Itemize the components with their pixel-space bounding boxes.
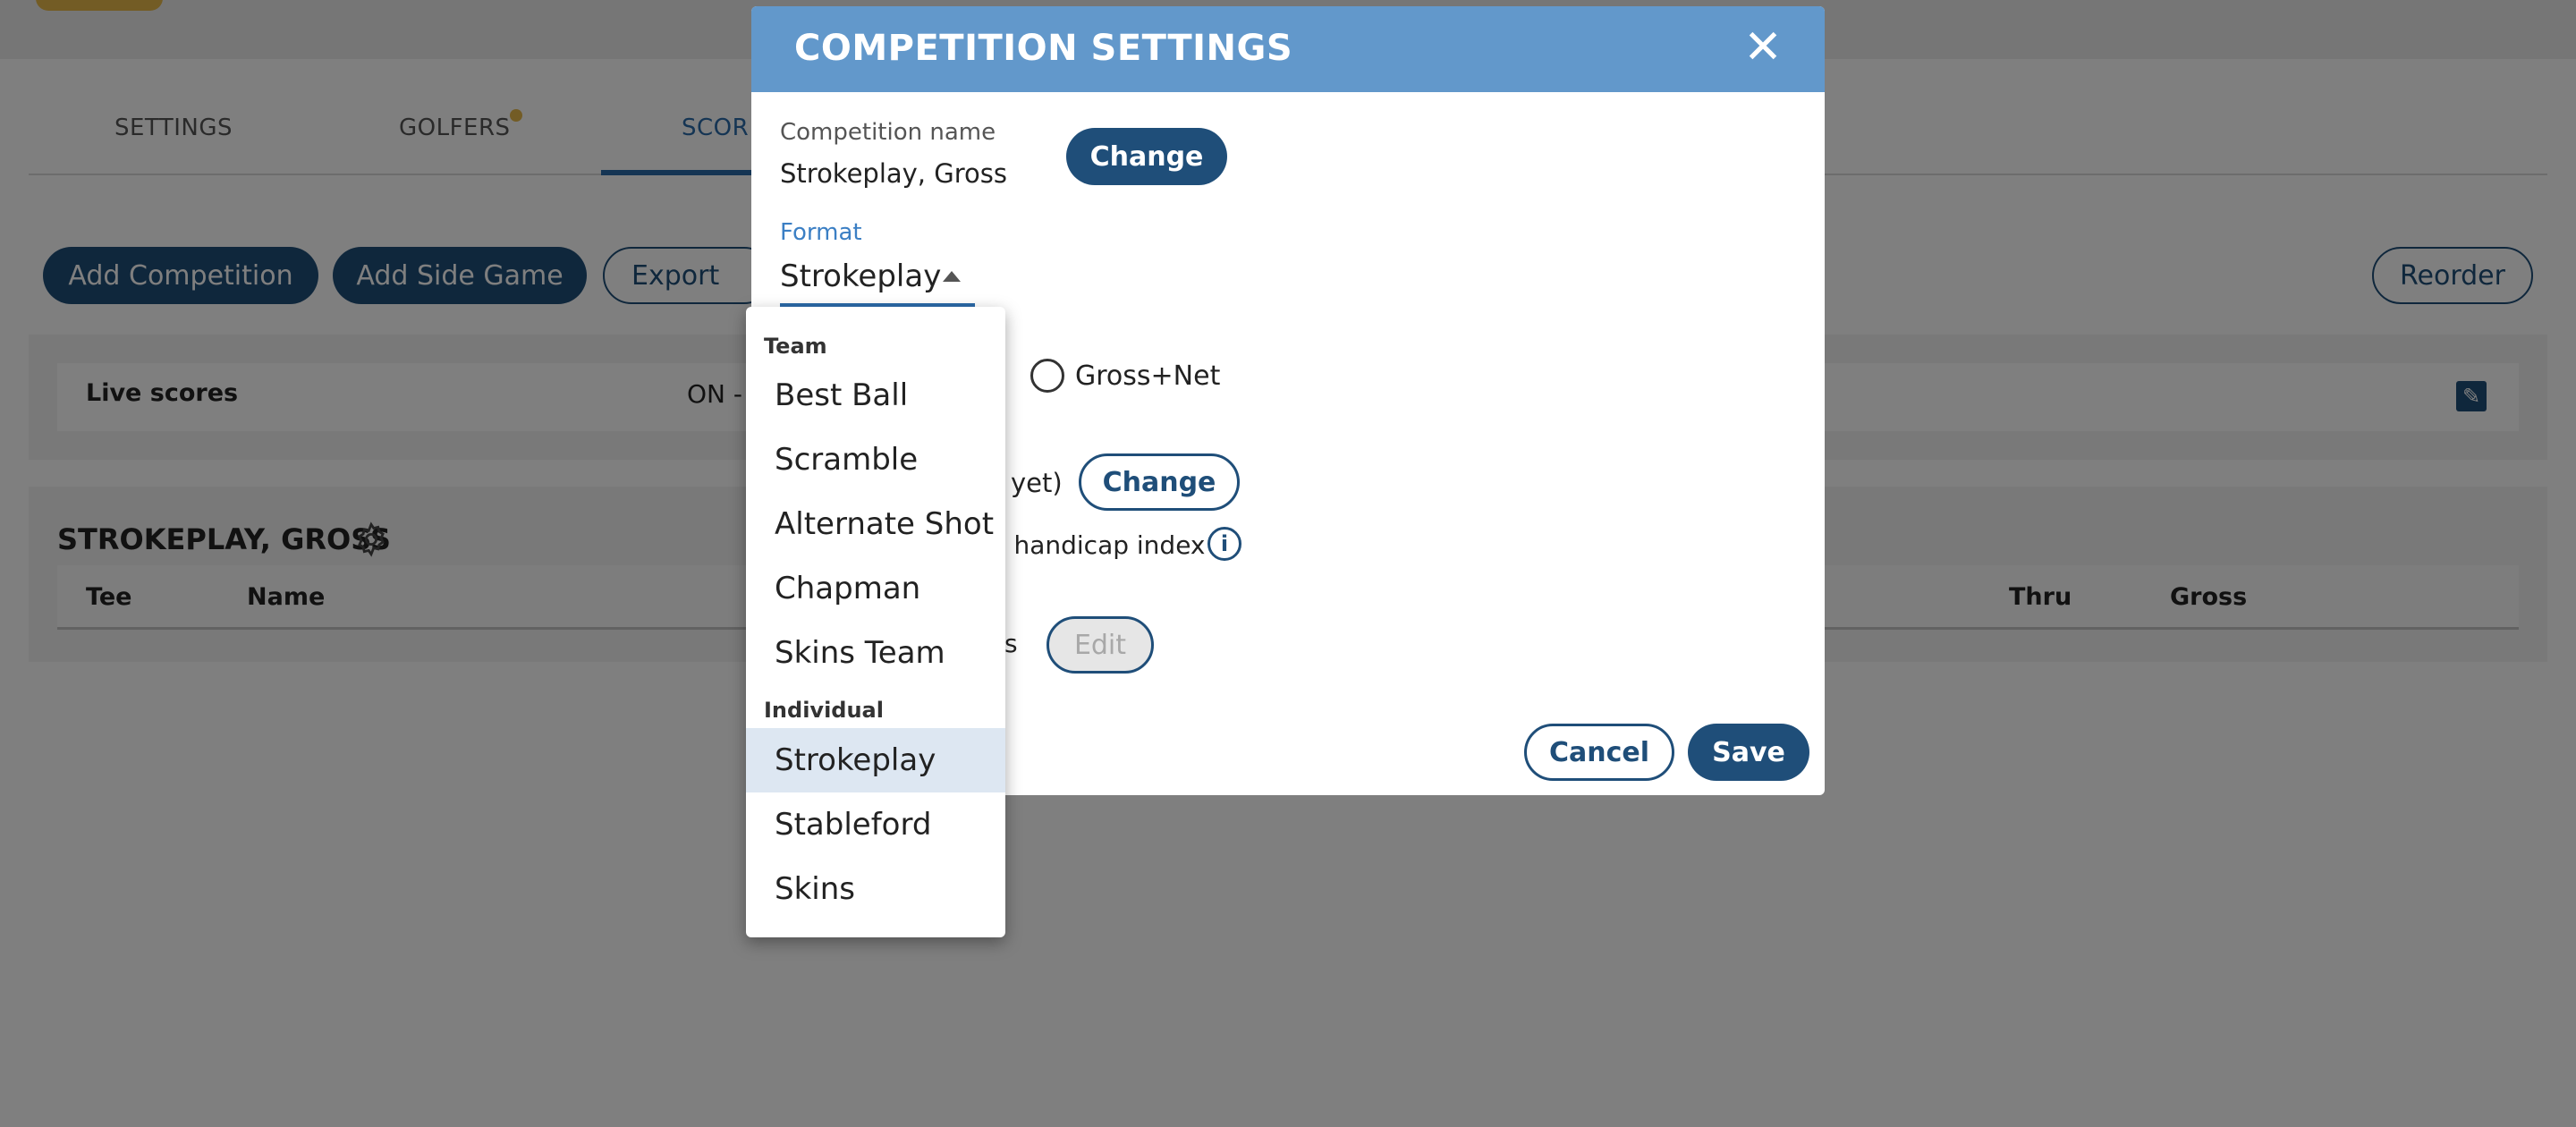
radio-gross-net-label: Gross+Net: [1075, 360, 1221, 392]
modal-title: COMPETITION SETTINGS: [794, 28, 1293, 69]
radio-gross-net[interactable]: [1030, 359, 1064, 393]
partial-text-handicap: y handicap index: [991, 530, 1206, 560]
option-chapman[interactable]: Chapman: [746, 556, 1005, 621]
change-name-button[interactable]: Change: [1066, 128, 1227, 185]
partial-text-yet: yet): [1011, 468, 1063, 498]
option-scramble[interactable]: Scramble: [746, 428, 1005, 492]
option-best-ball[interactable]: Best Ball: [746, 363, 1005, 428]
format-dropdown-menu: Team Best Ball Scramble Alternate Shot C…: [746, 307, 1005, 937]
caret-up-icon: [943, 271, 961, 282]
competition-name-value: Strokeplay, Gross: [780, 158, 1007, 189]
cancel-button[interactable]: Cancel: [1524, 724, 1674, 781]
option-skins[interactable]: Skins: [746, 857, 1005, 921]
change-button-2[interactable]: Change: [1079, 453, 1240, 511]
format-label: Format: [780, 219, 862, 246]
competition-name-label: Competition name: [780, 119, 996, 146]
save-button[interactable]: Save: [1688, 724, 1809, 781]
group-header-team: Team: [764, 334, 827, 359]
info-icon[interactable]: i: [1208, 527, 1241, 561]
close-icon[interactable]: ✕: [1740, 24, 1786, 71]
group-header-individual: Individual: [764, 698, 884, 723]
option-stableford[interactable]: Stableford: [746, 792, 1005, 857]
option-alternate-shot[interactable]: Alternate Shot: [746, 492, 1005, 556]
format-select[interactable]: Strokeplay: [780, 253, 975, 307]
format-select-value: Strokeplay: [780, 258, 942, 294]
edit-button[interactable]: Edit: [1046, 616, 1154, 674]
option-strokeplay[interactable]: Strokeplay: [746, 728, 1005, 792]
option-skins-team[interactable]: Skins Team: [746, 621, 1005, 685]
